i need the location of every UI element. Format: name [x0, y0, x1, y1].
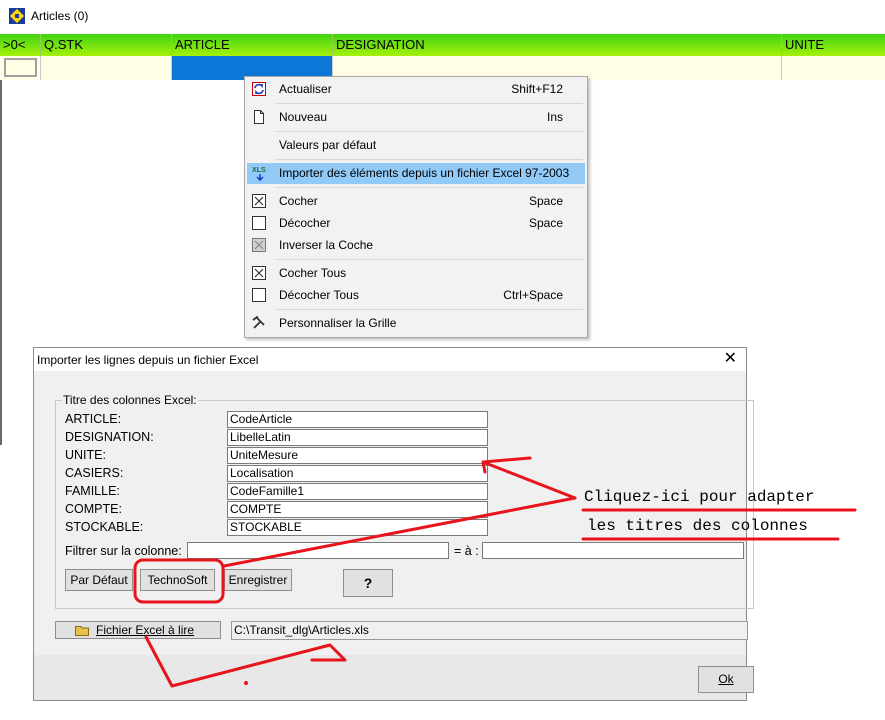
- field-input-famille[interactable]: CodeFamille1: [227, 483, 488, 500]
- checked-box-icon: [252, 194, 266, 208]
- menu-separator: [275, 187, 583, 188]
- filter-value-input[interactable]: [482, 542, 744, 559]
- dialog-title: Importer les lignes depuis un fichier Ex…: [37, 353, 259, 367]
- menu-separator: [275, 103, 583, 104]
- window-titlebar: Articles (0): [0, 0, 885, 33]
- tools-icon: [252, 316, 265, 329]
- menu-item-shortcut: Ctrl+Space: [503, 288, 563, 302]
- menu-item-valeurs-defaut[interactable]: Valeurs par défaut: [247, 135, 585, 156]
- unchecked-box-icon: [252, 216, 266, 230]
- menu-item-label: Importer des éléments depuis un fichier …: [279, 166, 570, 180]
- folder-icon: [75, 626, 89, 636]
- menu-item-shortcut: Ins: [546, 110, 563, 124]
- field-label-compte: COMPTE:: [65, 502, 122, 516]
- window-title: Articles (0): [31, 9, 89, 23]
- menu-item-importer-excel[interactable]: XLS Importer des éléments depuis un fich…: [247, 163, 585, 184]
- menu-separator: [275, 259, 583, 260]
- field-label-designation: DESIGNATION:: [65, 430, 154, 444]
- file-excel-button[interactable]: Fichier Excel à lire: [55, 621, 221, 639]
- row-checkbox[interactable]: [4, 58, 37, 77]
- filter-label: Filtrer sur la colonne:: [65, 544, 182, 558]
- ok-button[interactable]: Ok: [698, 666, 754, 693]
- grid-cell-qstk[interactable]: [41, 56, 172, 80]
- checked-box-icon: [252, 266, 266, 280]
- menu-item-label: Cocher Tous: [279, 266, 347, 280]
- grid-col-article[interactable]: ARTICLE: [172, 34, 333, 56]
- field-label-unite: UNITE:: [65, 448, 106, 462]
- unchecked-box-icon: [252, 288, 266, 302]
- grid-col-check[interactable]: >0<: [0, 34, 41, 56]
- menu-separator: [275, 159, 583, 160]
- field-input-article[interactable]: CodeArticle: [227, 411, 488, 428]
- menu-item-decocher-tous[interactable]: Décocher Tous Ctrl+Space: [247, 285, 585, 306]
- technosoft-button[interactable]: TechnoSoft: [140, 569, 215, 591]
- menu-separator: [275, 309, 583, 310]
- refresh-icon: [252, 82, 266, 96]
- grid-col-designation[interactable]: DESIGNATION: [333, 34, 782, 56]
- close-icon[interactable]: ✕: [724, 350, 737, 368]
- file-excel-button-label: Fichier Excel à lire: [96, 623, 195, 637]
- field-label-casiers: CASIERS:: [65, 466, 124, 480]
- window-edge: [0, 80, 2, 445]
- context-menu: Actualiser Shift+F12 Nouveau Ins Valeurs…: [244, 76, 588, 338]
- grid-col-qstk[interactable]: Q.STK: [41, 34, 172, 56]
- field-input-casiers[interactable]: Localisation: [227, 465, 488, 482]
- menu-item-label: Décocher Tous: [279, 288, 359, 302]
- menu-separator: [275, 131, 583, 132]
- groupbox-title: Titre des colonnes Excel:: [62, 393, 198, 407]
- field-label-famille: FAMILLE:: [65, 484, 120, 498]
- enregistrer-button[interactable]: Enregistrer: [224, 569, 292, 591]
- menu-item-decocher[interactable]: Décocher Space: [247, 213, 585, 234]
- menu-item-label: Personnaliser la Grille: [279, 316, 397, 330]
- menu-item-shortcut: Shift+F12: [511, 82, 563, 96]
- dialog-titlebar: Importer les lignes depuis un fichier Ex…: [34, 348, 746, 371]
- toggle-check-icon: [252, 238, 266, 252]
- menu-item-shortcut: Space: [528, 194, 563, 208]
- menu-item-nouveau[interactable]: Nouveau Ins: [247, 107, 585, 128]
- svg-text:XLS: XLS: [252, 167, 266, 174]
- menu-item-personnaliser-grille[interactable]: Personnaliser la Grille: [247, 313, 585, 334]
- field-label-article: ARTICLE:: [65, 412, 122, 426]
- xls-import-icon: XLS: [252, 167, 266, 181]
- file-path-field[interactable]: C:\Transit_dlg\Articles.xls: [231, 621, 748, 640]
- par-defaut-button[interactable]: Par Défaut: [65, 569, 133, 591]
- field-input-designation[interactable]: LibelleLatin: [227, 429, 488, 446]
- menu-item-shortcut: Space: [528, 216, 563, 230]
- menu-item-label: Inverser la Coche: [279, 238, 374, 252]
- help-button[interactable]: ?: [343, 569, 393, 597]
- field-input-stockable[interactable]: STOCKABLE: [227, 519, 488, 536]
- grid-cell-check[interactable]: [0, 56, 41, 80]
- menu-item-cocher-tous[interactable]: Cocher Tous: [247, 263, 585, 284]
- annotation-text-line1: Cliquez-ici pour adapter: [584, 488, 815, 506]
- field-label-stockable: STOCKABLE:: [65, 520, 144, 534]
- menu-item-label: Actualiser: [279, 82, 332, 96]
- filter-to-label: = à :: [454, 544, 479, 558]
- new-document-icon: [254, 110, 264, 124]
- grid-cell-unite[interactable]: [782, 56, 885, 80]
- menu-item-label: Décocher: [279, 216, 331, 230]
- filter-column-input[interactable]: [187, 542, 449, 559]
- menu-item-label: Cocher: [279, 194, 318, 208]
- menu-item-label: Nouveau: [279, 110, 328, 124]
- menu-item-cocher[interactable]: Cocher Space: [247, 191, 585, 212]
- grid-header: >0< Q.STK ARTICLE DESIGNATION UNITE: [0, 34, 885, 56]
- menu-item-inverser-coche[interactable]: Inverser la Coche: [247, 235, 585, 256]
- grid-col-unite[interactable]: UNITE: [782, 34, 885, 56]
- field-input-compte[interactable]: COMPTE: [227, 501, 488, 518]
- menu-item-actualiser[interactable]: Actualiser Shift+F12: [247, 79, 585, 100]
- menu-item-label: Valeurs par défaut: [279, 138, 377, 152]
- dialog-footer: [34, 655, 746, 700]
- annotation-text-line2: les titres des colonnes: [587, 517, 808, 535]
- app-icon: [9, 8, 25, 24]
- field-input-unite[interactable]: UniteMesure: [227, 447, 488, 464]
